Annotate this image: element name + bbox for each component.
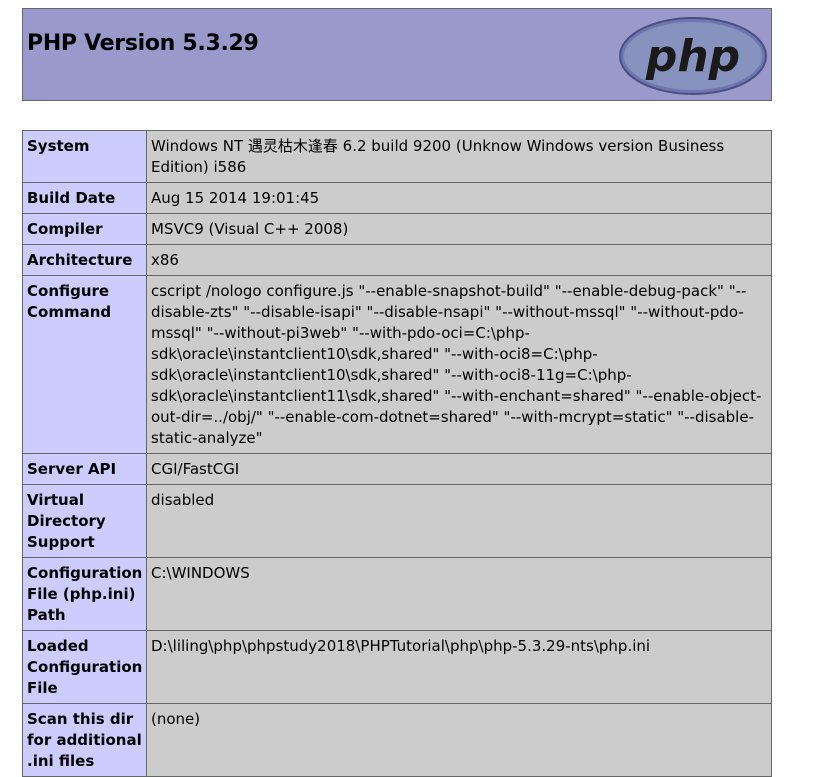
info-row: Scan this dir for additional .ini files(… [22,703,772,777]
info-label: Configure Command [22,275,147,454]
info-label: Compiler [22,213,147,245]
info-row: Architecture x86 [22,244,772,276]
page-title: PHP Version 5.3.29 [27,31,259,56]
info-table: System Windows NT 遇灵枯木逢春 6.2 build 9200 (… [22,130,772,777]
info-label: System [22,130,147,183]
phpinfo-header: PHP Version 5.3.29 php [22,8,772,101]
php-logo-icon: php [619,17,767,95]
info-label: Scan this dir for additional .ini files [22,703,147,777]
svg-text:php: php [645,31,740,82]
info-value: D:\liling\php\phpstudy2018\PHPTutorial\p… [146,630,772,704]
info-value: disabled [146,484,772,558]
info-label: Build Date [22,182,147,214]
info-value: Windows NT 遇灵枯木逢春 6.2 build 9200 (Unknow… [146,130,772,183]
info-label: Loaded Configuration File [22,630,147,704]
info-label: Architecture [22,244,147,276]
info-value: C:\WINDOWS [146,557,772,631]
info-label: Configuration File (php.ini) Path [22,557,147,631]
info-row: Configure Command cscript /nologo configu… [22,275,772,454]
info-row: System Windows NT 遇灵枯木逢春 6.2 build 9200 (… [22,130,772,183]
info-row: Build Date Aug 15 2014 19:01:45 [22,182,772,214]
info-label: Virtual Directory Support [22,484,147,558]
info-value: MSVC9 (Visual C++ 2008) [146,213,772,245]
info-value: CGI/FastCGI [146,453,772,485]
info-row: Loaded Configuration File D:\liling\php\p… [22,630,772,704]
info-row: Configuration File (php.ini) Path C:\WIND… [22,557,772,631]
info-row: Compiler MSVC9 (Visual C++ 2008) [22,213,772,245]
info-row: Virtual Directory Support disabled [22,484,772,558]
info-value: Aug 15 2014 19:01:45 [146,182,772,214]
info-value: (none) [146,703,772,777]
info-row: Server API CGI/FastCGI [22,453,772,485]
info-value: cscript /nologo configure.js "--enable-s… [146,275,772,454]
info-label: Server API [22,453,147,485]
info-value: x86 [146,244,772,276]
